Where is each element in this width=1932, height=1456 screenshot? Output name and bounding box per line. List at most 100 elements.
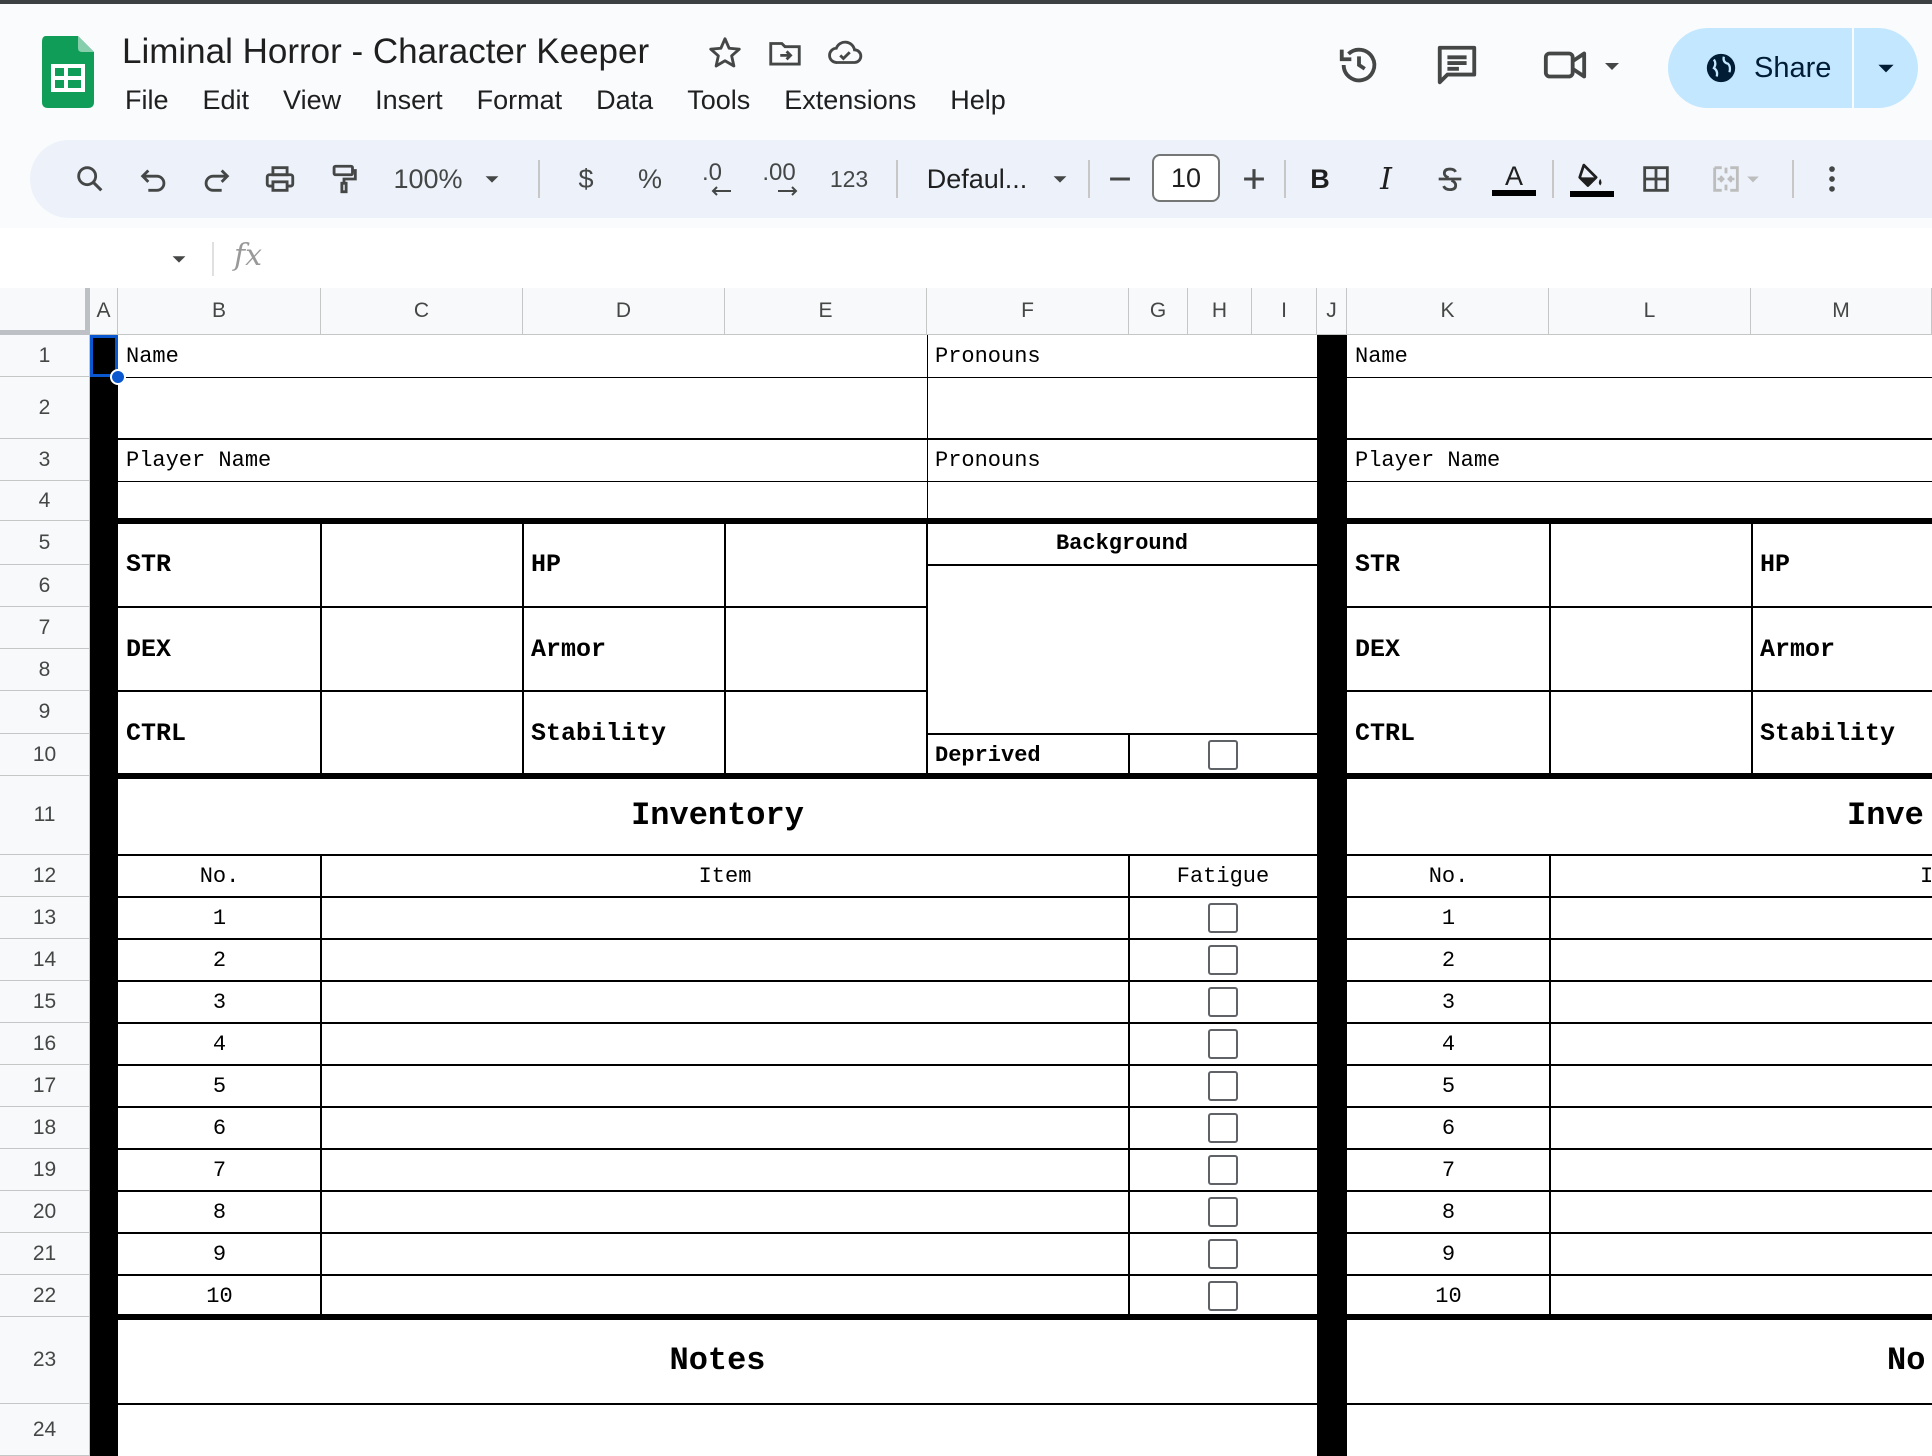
menu-file[interactable]: File bbox=[108, 80, 186, 120]
merge-cells-button[interactable] bbox=[1694, 140, 1778, 218]
row-header-8[interactable]: 8 bbox=[0, 649, 90, 691]
column-header-c[interactable]: C bbox=[321, 288, 523, 335]
decrease-decimal-button[interactable]: .0 bbox=[686, 140, 738, 218]
item-number[interactable]: 5 bbox=[1347, 1065, 1550, 1107]
name-label[interactable]: Name bbox=[1347, 335, 1932, 377]
str-label[interactable]: STR bbox=[118, 521, 321, 607]
row-header-5[interactable]: 5 bbox=[0, 521, 90, 565]
increase-font-size-button[interactable] bbox=[1228, 140, 1280, 218]
row-header-23[interactable]: 23 bbox=[0, 1317, 90, 1404]
menu-extensions[interactable]: Extensions bbox=[767, 80, 933, 120]
menu-view[interactable]: View bbox=[266, 80, 358, 120]
search-menus-button[interactable] bbox=[64, 140, 116, 218]
column-header-j[interactable]: J bbox=[1317, 288, 1347, 335]
italic-button[interactable]: I bbox=[1360, 140, 1412, 218]
item-number[interactable]: 3 bbox=[118, 981, 321, 1023]
deprived-checkbox[interactable] bbox=[1208, 740, 1238, 770]
item-column-header[interactable]: I bbox=[1920, 855, 1932, 897]
item-number[interactable]: 4 bbox=[118, 1023, 321, 1065]
undo-button[interactable] bbox=[128, 140, 180, 218]
paint-format-button[interactable] bbox=[318, 140, 370, 218]
font-select[interactable]: Defaul... bbox=[904, 140, 1094, 218]
dex-label[interactable]: DEX bbox=[1347, 607, 1550, 691]
row-header-20[interactable]: 20 bbox=[0, 1191, 90, 1233]
item-number[interactable]: 8 bbox=[118, 1191, 321, 1233]
more-options-button[interactable] bbox=[1806, 140, 1858, 218]
column-header-b[interactable]: B bbox=[118, 288, 321, 335]
column-header-l[interactable]: L bbox=[1549, 288, 1751, 335]
row-header-24[interactable]: 24 bbox=[0, 1404, 90, 1456]
row-header-1[interactable]: 1 bbox=[0, 335, 90, 377]
fatigue-checkbox[interactable] bbox=[1208, 1071, 1238, 1101]
ctrl-label[interactable]: CTRL bbox=[1347, 691, 1550, 776]
deprived-label[interactable]: Deprived bbox=[927, 734, 1129, 776]
pronouns-label[interactable]: Pronouns bbox=[927, 335, 1317, 377]
share-dropdown[interactable] bbox=[1854, 55, 1918, 81]
meet-dropdown-icon[interactable] bbox=[1600, 54, 1624, 78]
item-column-header[interactable]: Item bbox=[321, 855, 1129, 897]
increase-decimal-button[interactable]: .00 bbox=[750, 140, 808, 218]
row-header-3[interactable]: 3 bbox=[0, 439, 90, 481]
ctrl-label[interactable]: CTRL bbox=[118, 691, 321, 776]
background-label[interactable]: Background bbox=[927, 521, 1317, 565]
item-number[interactable]: 9 bbox=[1347, 1233, 1550, 1275]
item-number[interactable]: 5 bbox=[118, 1065, 321, 1107]
strikethrough-button[interactable] bbox=[1424, 140, 1476, 218]
decrease-font-size-button[interactable] bbox=[1094, 140, 1146, 218]
fatigue-checkbox[interactable] bbox=[1208, 1029, 1238, 1059]
fatigue-checkbox[interactable] bbox=[1208, 1113, 1238, 1143]
player-pronouns-label[interactable]: Pronouns bbox=[927, 439, 1317, 481]
share-button[interactable]: Share bbox=[1668, 28, 1852, 108]
dex-label[interactable]: DEX bbox=[118, 607, 321, 691]
armor-label[interactable]: Armor bbox=[1752, 607, 1932, 691]
item-number[interactable]: 10 bbox=[118, 1275, 321, 1317]
item-number[interactable]: 4 bbox=[1347, 1023, 1550, 1065]
stability-label[interactable]: Stability bbox=[1752, 691, 1932, 776]
fatigue-checkbox[interactable] bbox=[1208, 945, 1238, 975]
column-header-a[interactable]: A bbox=[90, 288, 118, 335]
more-formats-button[interactable]: 123 bbox=[818, 140, 880, 218]
font-size-input[interactable]: 10 bbox=[1152, 154, 1220, 202]
cloud-saved-icon[interactable] bbox=[826, 34, 864, 72]
spreadsheet-grid[interactable]: Name Pronouns Player Name Pronouns STR HP DEX A… bbox=[90, 335, 1932, 1456]
hp-label[interactable]: HP bbox=[1752, 521, 1932, 607]
text-color-button[interactable]: A bbox=[1488, 140, 1540, 218]
fatigue-checkbox[interactable] bbox=[1208, 1155, 1238, 1185]
row-header-22[interactable]: 22 bbox=[0, 1275, 90, 1317]
notes-title[interactable]: Notes bbox=[118, 1317, 1317, 1404]
fatigue-checkbox[interactable] bbox=[1208, 1197, 1238, 1227]
format-percent-button[interactable]: % bbox=[624, 140, 676, 218]
column-header-m[interactable]: M bbox=[1751, 288, 1932, 335]
fatigue-checkbox[interactable] bbox=[1208, 1281, 1238, 1311]
row-header-16[interactable]: 16 bbox=[0, 1023, 90, 1065]
armor-label[interactable]: Armor bbox=[523, 607, 725, 691]
item-number[interactable]: 2 bbox=[118, 939, 321, 981]
row-header-21[interactable]: 21 bbox=[0, 1233, 90, 1275]
row-header-4[interactable]: 4 bbox=[0, 481, 90, 521]
column-header-f[interactable]: F bbox=[927, 288, 1129, 335]
item-number[interactable]: 1 bbox=[1347, 897, 1550, 939]
menu-insert[interactable]: Insert bbox=[358, 80, 460, 120]
column-header-g[interactable]: G bbox=[1129, 288, 1188, 335]
menu-help[interactable]: Help bbox=[933, 80, 1023, 120]
player-name-label[interactable]: Player Name bbox=[118, 439, 927, 481]
borders-button[interactable] bbox=[1630, 140, 1682, 218]
row-header-7[interactable]: 7 bbox=[0, 607, 90, 649]
redo-button[interactable] bbox=[190, 140, 242, 218]
row-header-14[interactable]: 14 bbox=[0, 939, 90, 981]
row-header-18[interactable]: 18 bbox=[0, 1107, 90, 1149]
name-box[interactable] bbox=[10, 234, 190, 282]
str-label[interactable]: STR bbox=[1347, 521, 1550, 607]
move-folder-icon[interactable] bbox=[766, 34, 804, 72]
item-number[interactable]: 7 bbox=[1347, 1149, 1550, 1191]
player-name-label[interactable]: Player Name bbox=[1347, 439, 1932, 481]
star-icon[interactable] bbox=[706, 34, 744, 72]
menu-format[interactable]: Format bbox=[460, 80, 580, 120]
inventory-title[interactable]: Inve bbox=[1847, 776, 1932, 855]
row-header-12[interactable]: 12 bbox=[0, 855, 90, 897]
item-number[interactable]: 9 bbox=[118, 1233, 321, 1275]
menu-edit[interactable]: Edit bbox=[186, 80, 267, 120]
notes-title[interactable]: No bbox=[1887, 1317, 1932, 1404]
no-column-header[interactable]: No. bbox=[1347, 855, 1550, 897]
column-header-i[interactable]: I bbox=[1252, 288, 1317, 335]
